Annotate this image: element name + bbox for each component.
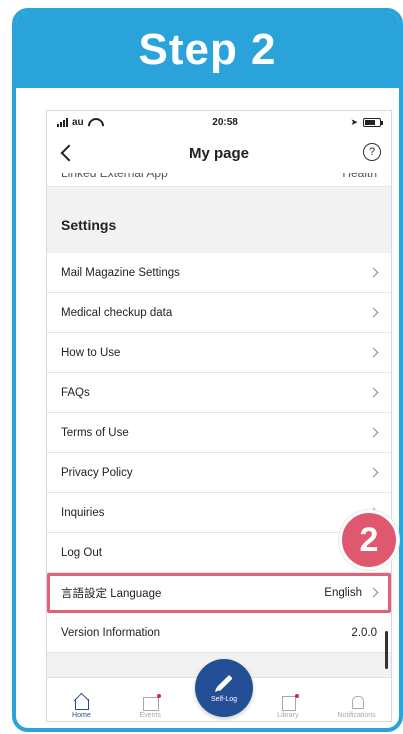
carrier-label: au xyxy=(72,116,84,128)
chevron-right-icon xyxy=(368,387,379,398)
chevron-right-icon xyxy=(368,347,379,358)
menu-item-label: Log Out xyxy=(61,546,102,559)
linked-external-app-value: Health xyxy=(342,173,377,180)
tab-label: Notifications xyxy=(337,712,376,719)
chevron-right-icon xyxy=(368,427,379,438)
book-icon xyxy=(280,694,299,711)
notification-dot xyxy=(294,694,299,698)
menu-item-label: Medical checkup data xyxy=(61,306,173,319)
tab-events[interactable]: Events xyxy=(121,694,179,719)
settings-list: Mail Magazine Settings Medical checkup d… xyxy=(47,253,391,653)
menu-item-terms-of-use[interactable]: Terms of Use xyxy=(47,413,391,453)
menu-item-label: Inquiries xyxy=(61,506,105,519)
tab-label: Home xyxy=(72,712,91,719)
step-number-badge: 2 xyxy=(339,510,399,570)
menu-item-version-information: Version Information 2.0.0 xyxy=(47,613,391,653)
pencil-icon xyxy=(215,674,233,691)
linked-external-app-row[interactable]: Linked External App Health xyxy=(47,173,391,187)
menu-item-label: Privacy Policy xyxy=(61,466,133,479)
menu-item-label: FAQs xyxy=(61,386,90,399)
notification-dot xyxy=(157,694,162,698)
step-header: Step 2 xyxy=(16,12,399,88)
menu-item-faqs[interactable]: FAQs xyxy=(47,373,391,413)
phone-screenshot: au 20:58 ➤ My page ? Linked External App… xyxy=(46,110,392,722)
back-chevron-icon[interactable] xyxy=(57,143,77,163)
version-value: 2.0.0 xyxy=(351,626,377,639)
menu-item-medical-checkup[interactable]: Medical checkup data xyxy=(47,293,391,333)
wifi-icon xyxy=(88,118,100,127)
settings-section: Settings Mail Magazine Settings Medical … xyxy=(47,187,391,667)
tab-label: Events xyxy=(139,712,161,719)
status-time: 20:58 xyxy=(212,116,238,128)
status-bar: au 20:58 ➤ xyxy=(47,111,391,133)
chevron-right-icon xyxy=(368,307,379,318)
settings-heading: Settings xyxy=(61,217,117,233)
menu-item-mail-magazine[interactable]: Mail Magazine Settings xyxy=(47,253,391,293)
scroll-indicator[interactable] xyxy=(385,631,388,669)
step-title: Step 2 xyxy=(138,25,277,74)
nav-bar: My page ? xyxy=(47,133,391,173)
menu-item-label: 言語設定 Language xyxy=(61,587,162,600)
linked-external-app-label: Linked External App xyxy=(61,173,168,180)
menu-item-label: How to Use xyxy=(61,346,121,359)
self-log-label: Self-Log xyxy=(210,695,238,703)
menu-item-privacy-policy[interactable]: Privacy Policy xyxy=(47,453,391,493)
chevron-right-icon xyxy=(368,467,379,478)
menu-item-language[interactable]: 言語設定 Language English xyxy=(47,573,391,613)
menu-item-inquiries[interactable]: Inquiries xyxy=(47,493,391,533)
battery-icon xyxy=(362,117,383,127)
home-icon xyxy=(73,695,90,710)
location-icon: ➤ xyxy=(350,116,358,127)
page-title: My page xyxy=(188,144,249,162)
self-log-button[interactable]: Self-Log xyxy=(195,659,253,717)
menu-item-label: Terms of Use xyxy=(61,426,129,439)
bell-icon xyxy=(349,695,365,709)
chevron-right-icon xyxy=(368,267,379,278)
signal-icon xyxy=(57,117,68,127)
tab-library[interactable]: Library xyxy=(259,694,317,719)
menu-item-how-to-use[interactable]: How to Use xyxy=(47,333,391,373)
step-frame: Step 2 au 20:58 ➤ My page ? Linked Exter… xyxy=(12,8,403,732)
tab-label: Library xyxy=(277,712,299,719)
chevron-right-icon xyxy=(368,587,379,598)
menu-item-label: Version Information xyxy=(61,626,161,639)
tab-notifications[interactable]: Notifications xyxy=(328,695,386,719)
help-icon[interactable]: ? xyxy=(363,143,381,161)
menu-item-label: Mail Magazine Settings xyxy=(61,266,180,279)
calendar-icon xyxy=(142,694,162,711)
language-value: English xyxy=(324,586,362,599)
tab-home[interactable]: Home xyxy=(52,695,110,719)
